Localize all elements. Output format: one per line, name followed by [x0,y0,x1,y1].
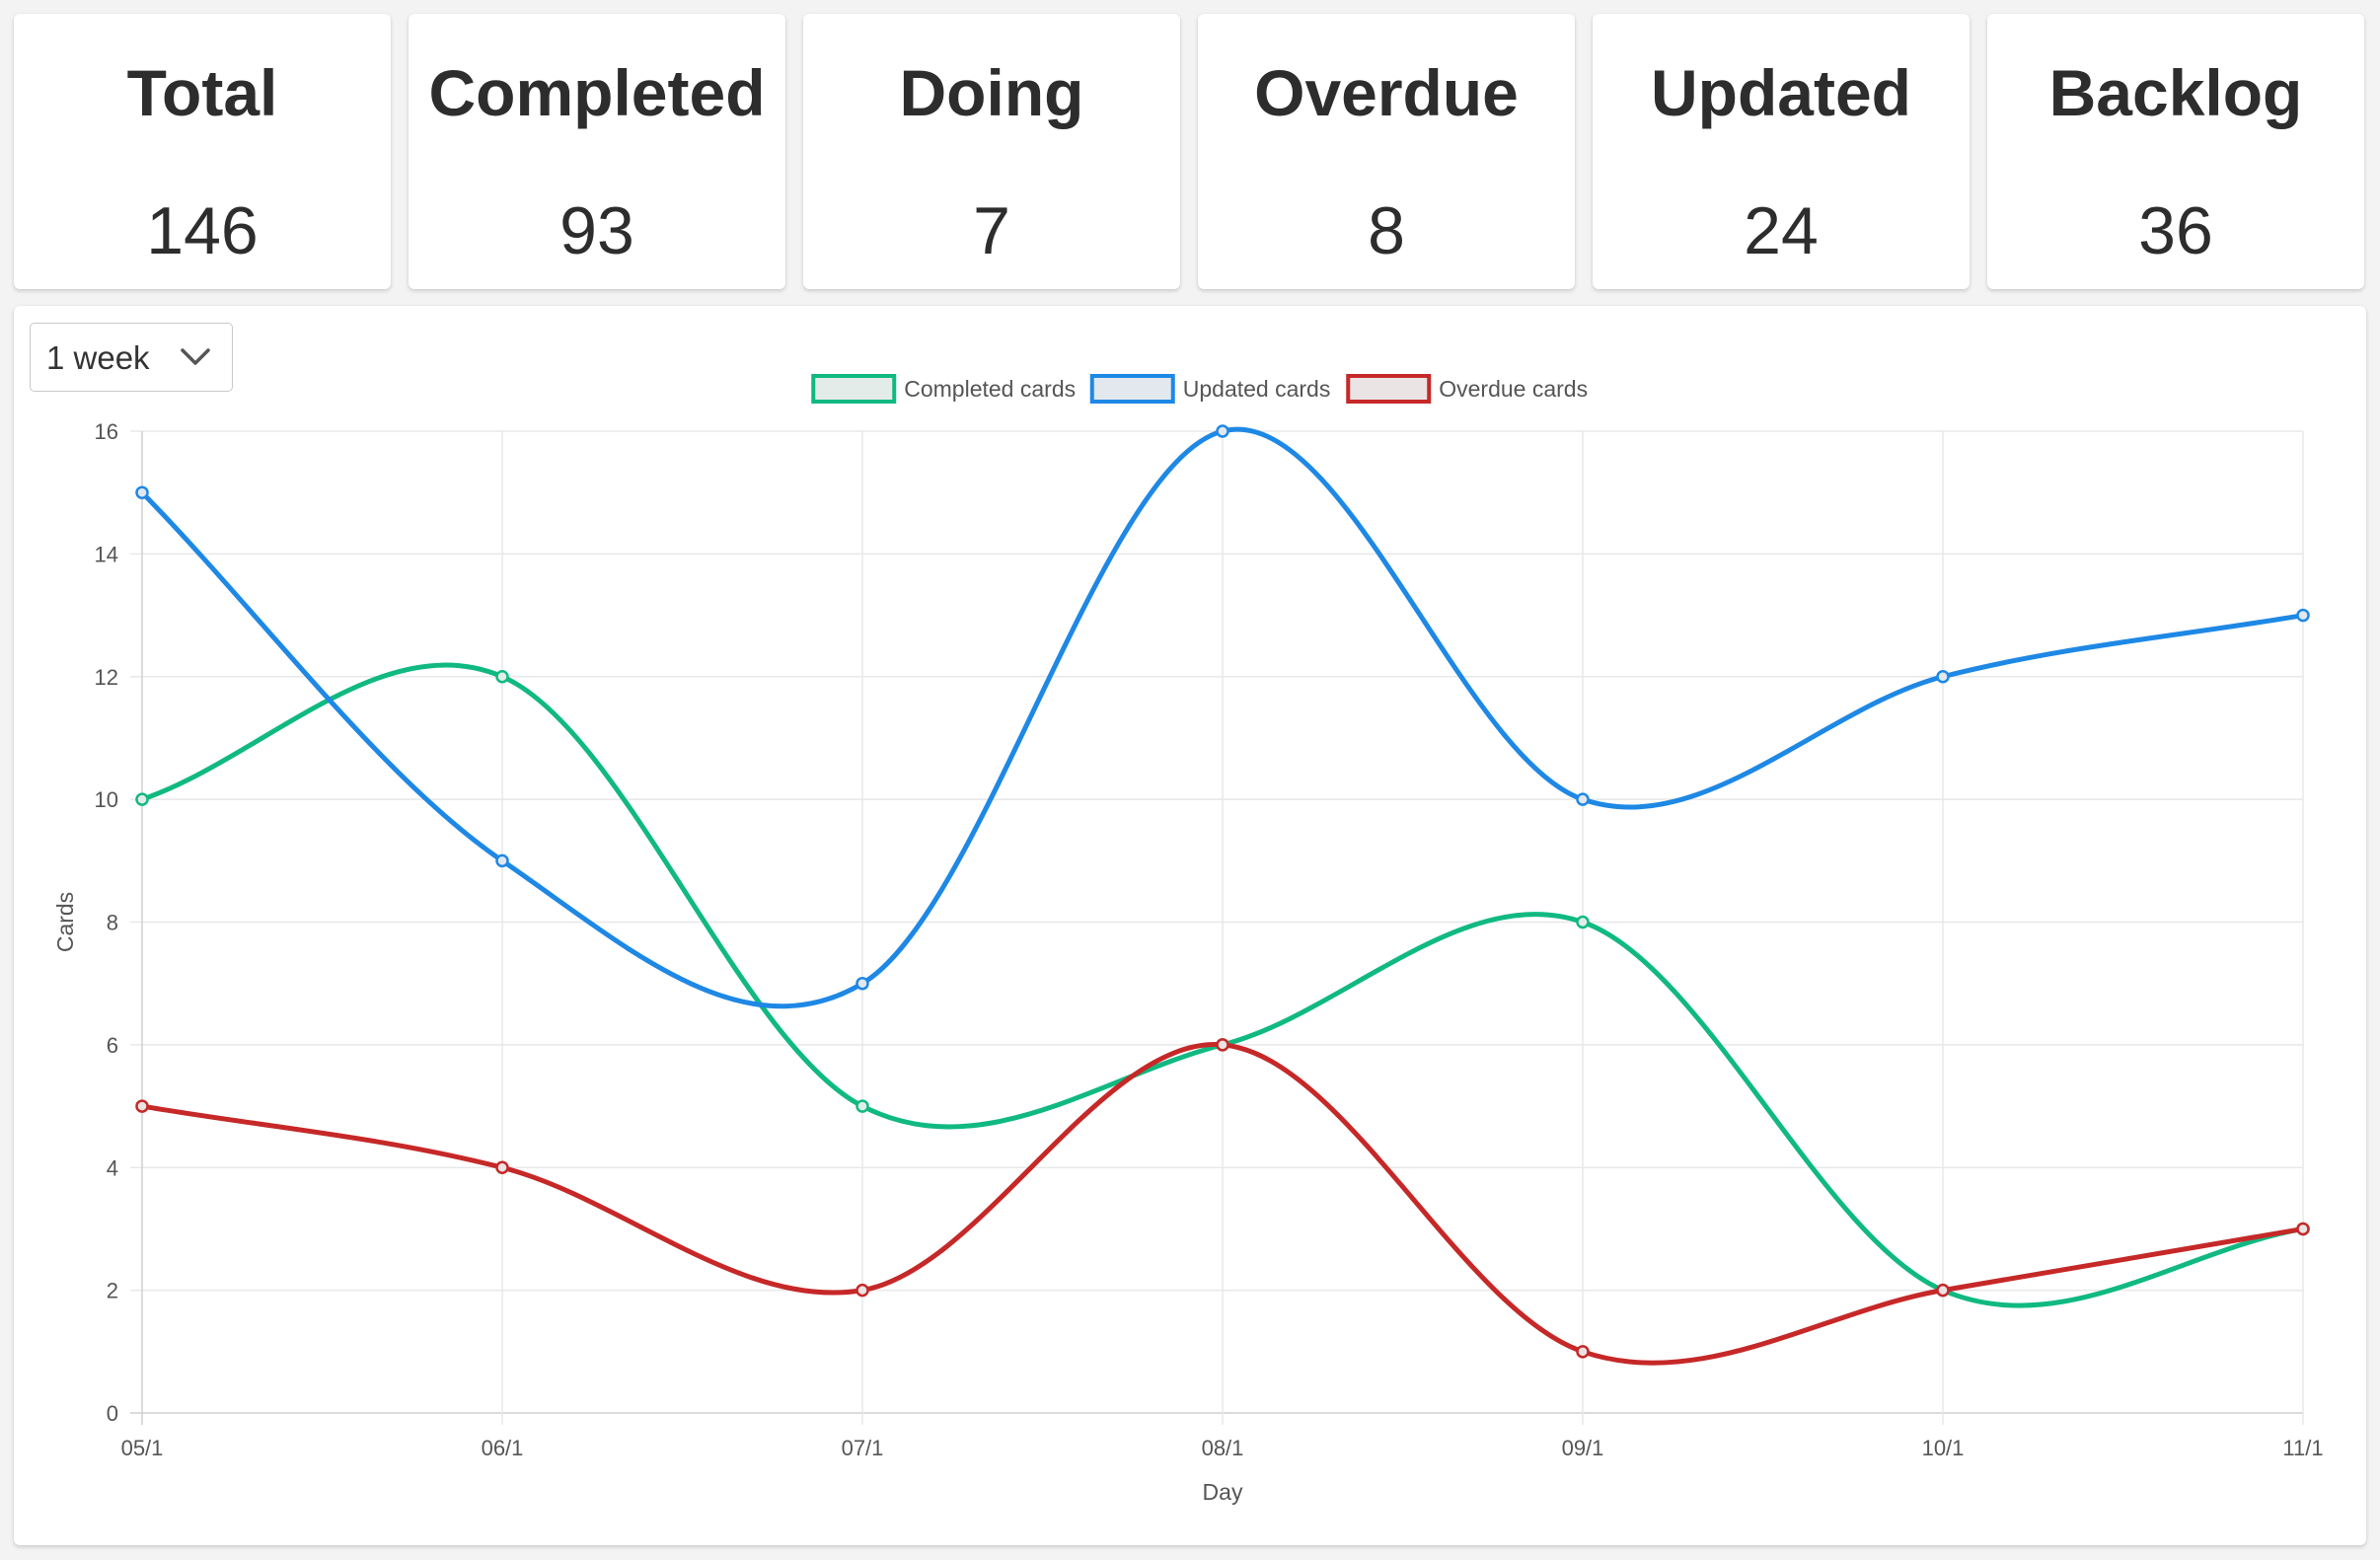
stat-value: 36 [2138,193,2213,268]
stat-label: Total [126,56,278,129]
x-tick-label: 08/1 [1202,1436,1244,1460]
y-tick-label: 16 [95,419,118,444]
y-tick-label: 10 [95,787,118,812]
data-point[interactable] [1216,424,1229,438]
stat-card-updated: Updated 24 [1593,14,1970,289]
legend-item[interactable]: Completed cards [811,374,1076,404]
range-select-value: 1 week [46,339,150,376]
data-point[interactable] [855,976,869,991]
stat-value: 7 [973,193,1010,268]
x-tick-label: 09/1 [1562,1436,1604,1460]
range-select[interactable]: 1 week [30,323,233,392]
stat-card-doing: Doing 7 [803,14,1180,289]
data-point[interactable] [495,854,509,868]
stat-card-overdue: Overdue 8 [1198,14,1575,289]
stat-card-backlog: Backlog 36 [1987,14,2364,289]
data-point[interactable] [135,1099,149,1113]
x-tick-label: 07/1 [842,1436,884,1460]
x-tick-label: 10/1 [1922,1436,1965,1460]
stat-value: 8 [1368,193,1405,268]
data-point[interactable] [495,1160,509,1174]
data-point[interactable] [135,792,149,806]
data-point[interactable] [1576,915,1590,929]
x-tick-label: 06/1 [482,1436,524,1460]
data-point[interactable] [135,485,149,499]
y-tick-label: 8 [107,911,118,935]
stat-label: Updated [1651,56,1911,129]
y-axis-title: Cards [52,892,78,952]
y-tick-label: 12 [95,665,118,690]
data-point[interactable] [1576,792,1590,806]
data-point[interactable] [495,670,509,684]
stat-label: Backlog [2048,56,2303,129]
legend-swatch [811,374,897,404]
stat-card-completed: Completed 93 [409,14,785,289]
y-tick-label: 6 [107,1033,118,1058]
stat-value: 24 [1744,193,1819,268]
y-tick-label: 0 [107,1401,118,1426]
data-point[interactable] [1576,1345,1590,1359]
chart-grid [130,430,2304,1425]
y-tick-label: 14 [95,542,118,566]
x-axis-title: Day [1203,1479,1243,1505]
data-point[interactable] [2296,608,2310,623]
stats-row: Total 146 Completed 93 Doing 7 Overdue 8… [14,14,2366,289]
stat-value: 146 [146,193,259,268]
data-point[interactable] [2296,1222,2310,1236]
legend-swatch [1089,374,1175,404]
data-point[interactable] [855,1283,869,1298]
x-tick-label: 05/1 [121,1436,164,1460]
stat-card-total: Total 146 [14,14,391,289]
legend-item[interactable]: Updated cards [1089,374,1331,404]
data-point[interactable] [855,1099,869,1113]
legend-label: Completed cards [904,376,1076,402]
stat-value: 93 [559,193,634,268]
chart-panel: 0 2 4 6 8 10 12 14 16 05/1 06/1 07/1 08/1 09/1 10/1 11/… [14,306,2366,1545]
legend-swatch [1346,374,1432,404]
stat-label: Overdue [1254,56,1519,129]
chart-legend[interactable]: Completed cards Updated cards Overdue card… [811,374,1588,404]
data-point[interactable] [1216,1038,1229,1052]
data-point[interactable] [1936,1283,1950,1298]
chevron-down-icon [181,348,210,365]
stat-label: Completed [428,56,766,129]
line-chart: 0 2 4 6 8 10 12 14 16 05/1 06/1 07/1 08/1 09/1 10/1 11/… [52,374,2324,1505]
legend-label: Updated cards [1183,376,1331,402]
x-tick-label: 11/1 [2282,1436,2323,1460]
legend-label: Overdue cards [1439,376,1588,402]
legend-item[interactable]: Overdue cards [1346,374,1588,404]
data-point[interactable] [1936,670,1950,684]
y-tick-label: 2 [107,1279,118,1303]
stat-label: Doing [899,56,1084,129]
y-tick-label: 4 [107,1155,118,1180]
